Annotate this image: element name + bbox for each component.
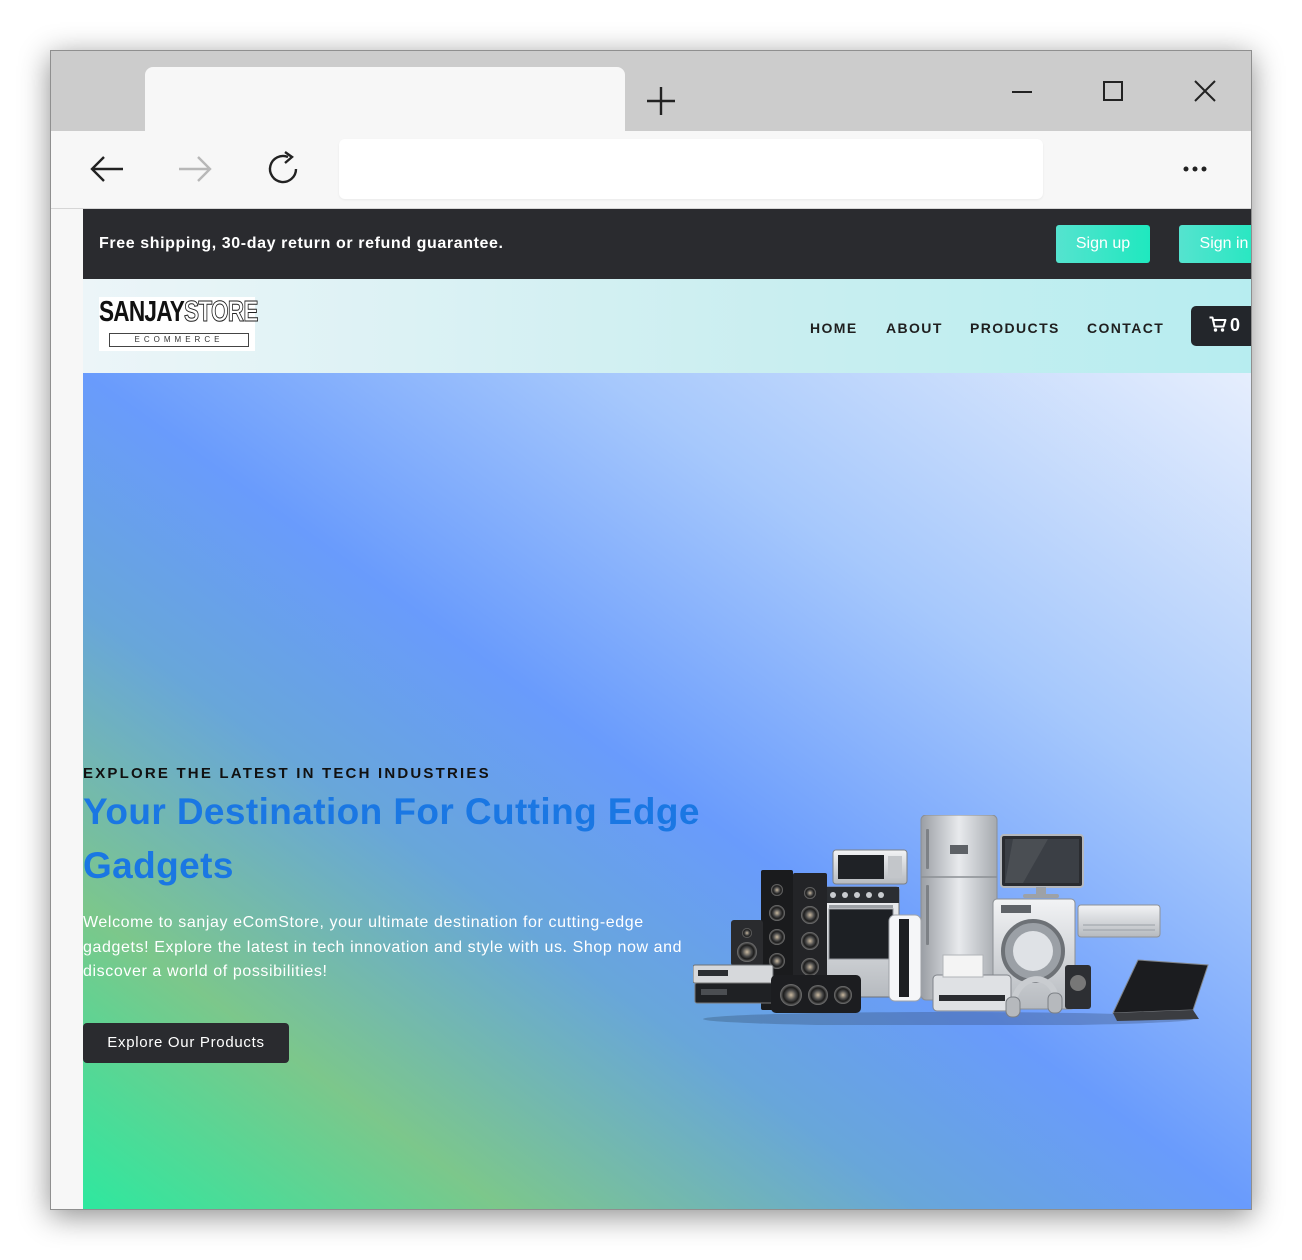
signup-button[interactable]: Sign up [1056,225,1150,263]
back-arrow-icon[interactable] [85,147,129,191]
webpage: Free shipping, 30-day return or refund g… [83,209,1251,1209]
announcement-bar: Free shipping, 30-day return or refund g… [83,209,1251,279]
reload-icon[interactable] [261,147,305,191]
hero-eyebrow: EXPLORE THE LATEST IN TECH INDUSTRIES [83,765,491,782]
explore-products-button[interactable]: Explore Our Products [83,1023,289,1063]
hero-section: EXPLORE THE LATEST IN TECH INDUSTRIES Yo… [83,373,1251,1209]
nav-about[interactable]: ABOUT [886,320,943,336]
tab-strip [51,51,1251,131]
nav-contact[interactable]: CONTACT [1087,320,1164,336]
forward-arrow-icon[interactable] [173,147,217,191]
nav-products[interactable]: PRODUCTS [970,320,1060,336]
hero-description: Welcome to sanjay eComStore, your ultima… [83,914,683,980]
page-left-margin [51,209,83,1209]
site-header: SANJAYSTORE ECOMMERCE HOME ABOUT PRODUCT… [83,279,1251,373]
cart-button[interactable]: 0 [1191,306,1251,346]
close-icon[interactable] [1177,71,1233,115]
shipping-message: Free shipping, 30-day return or refund g… [99,235,504,252]
active-tab[interactable] [145,67,625,131]
browser-window: Free shipping, 30-day return or refund g… [50,50,1252,1210]
logo-brand-dark: SANJAY [99,296,185,328]
nav-home[interactable]: HOME [810,320,858,336]
new-tab-icon[interactable] [639,79,683,123]
minimize-icon[interactable] [994,71,1050,115]
electronics-appliances-image [692,814,1213,1026]
store-logo[interactable]: SANJAYSTORE ECOMMERCE [99,296,259,351]
shopping-cart-icon [1209,316,1227,338]
more-options-icon[interactable] [1173,147,1217,191]
logo-subtitle: ECOMMERCE [109,333,249,347]
cart-count: 0 [1230,315,1241,335]
maximize-icon[interactable] [1085,71,1141,115]
browser-toolbar [51,131,1251,209]
signin-button[interactable]: Sign in [1179,225,1251,263]
logo-wordmark: SANJAYSTORE [99,296,259,329]
hero-headline: Your Destination For Cutting Edge Gadget… [83,791,700,886]
logo-brand-light: STORE [184,296,259,329]
address-bar[interactable] [339,139,1043,199]
